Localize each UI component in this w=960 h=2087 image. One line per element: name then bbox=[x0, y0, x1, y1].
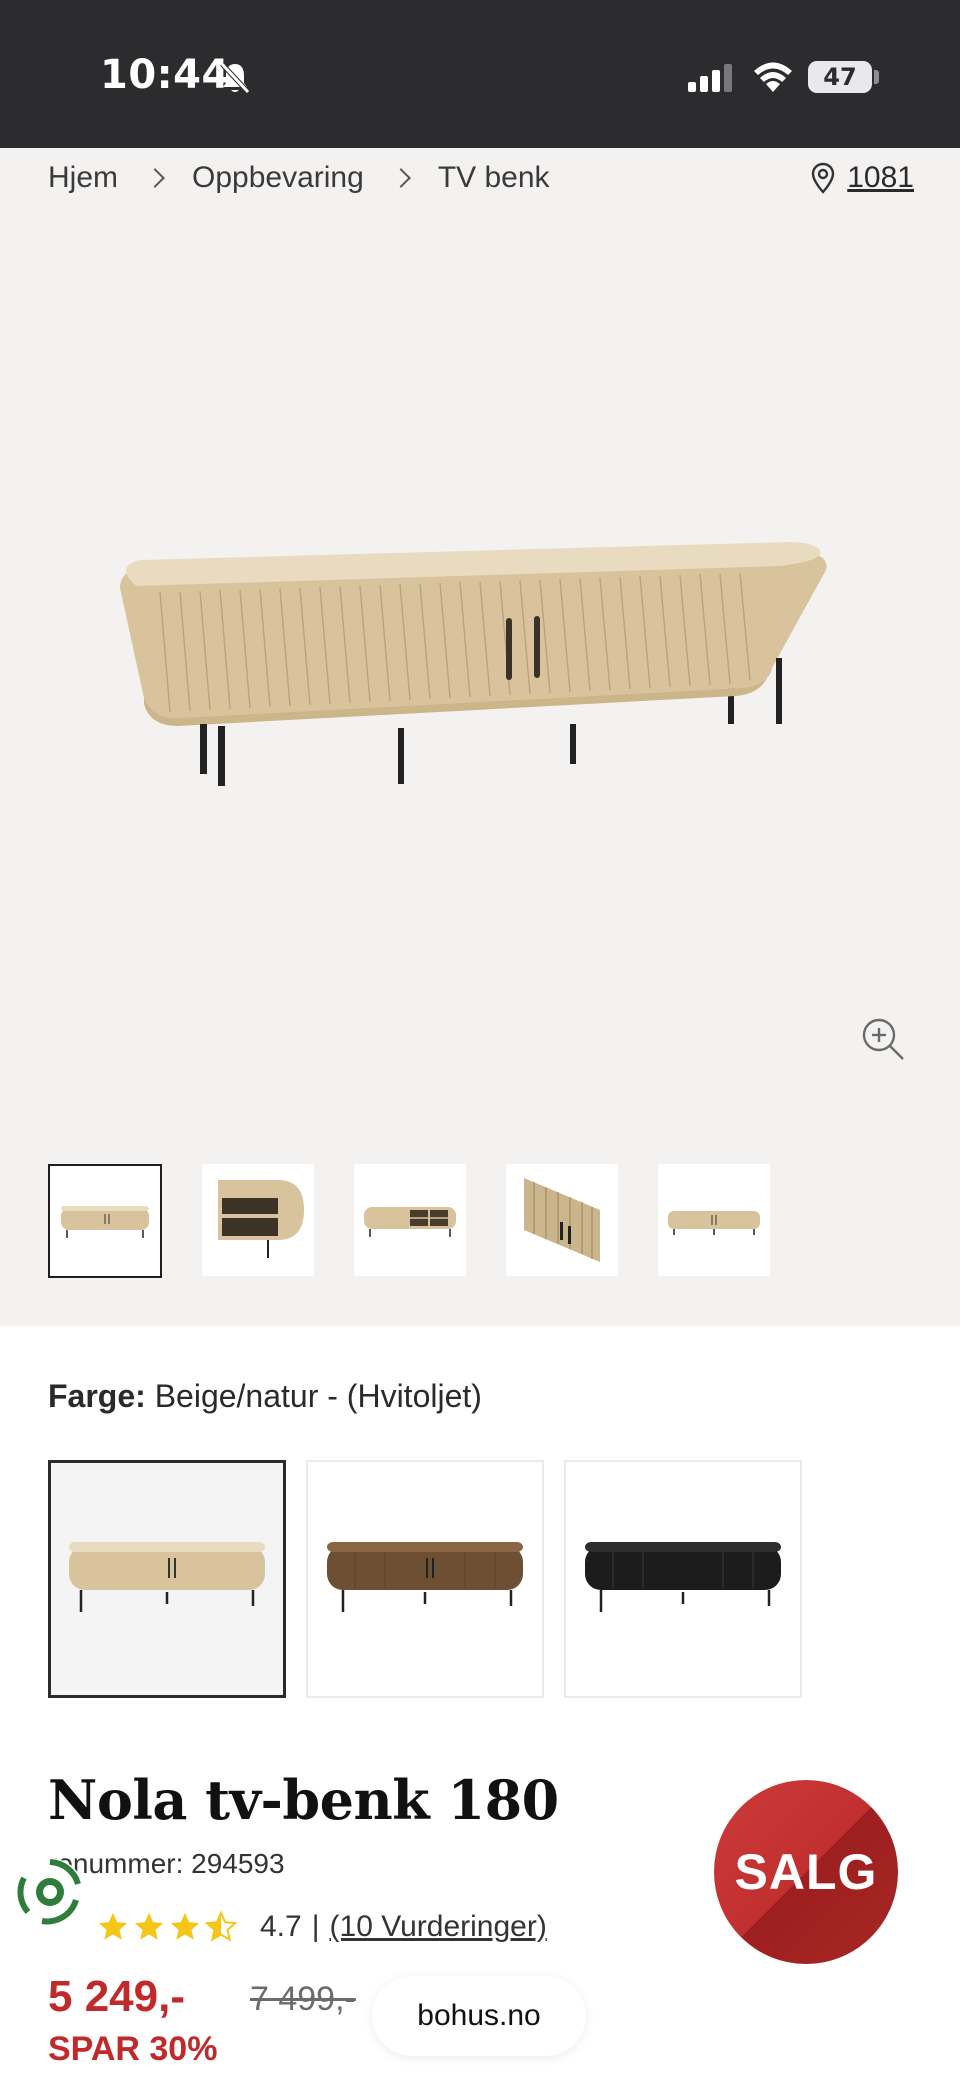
browser-url-pill[interactable]: bohus.no bbox=[372, 1976, 586, 2056]
product-rating: 4.7 | (10 Vurderinger) bbox=[96, 1910, 547, 1944]
status-bar: 10:44 47 bbox=[0, 0, 960, 148]
breadcrumb-storage[interactable]: Oppbevaring bbox=[192, 161, 364, 195]
breadcrumb-tv-bench[interactable]: TV benk bbox=[438, 161, 550, 195]
status-time: 10:44 bbox=[100, 52, 230, 98]
color-label: Farge: Beige/natur - (Hvitoljet) bbox=[48, 1378, 482, 1415]
color-swatches bbox=[48, 1460, 802, 1698]
chevron-right-icon bbox=[145, 168, 165, 188]
swatch-brown[interactable] bbox=[306, 1460, 544, 1698]
battery-indicator: 47 bbox=[808, 61, 872, 93]
rating-separator: | bbox=[311, 1910, 320, 1943]
thumbnail-3[interactable] bbox=[354, 1164, 466, 1276]
product-title: Nola tv-benk 180 bbox=[48, 1768, 559, 1832]
battery-tip bbox=[874, 70, 879, 84]
star-icon bbox=[170, 1912, 200, 1940]
sustainability-icon[interactable] bbox=[14, 1856, 86, 1928]
breadcrumb-home[interactable]: Hjem bbox=[48, 161, 118, 195]
rating-stars bbox=[96, 1910, 238, 1944]
breadcrumb: Hjem Oppbevaring TV benk bbox=[48, 154, 550, 202]
cellular-signal-icon bbox=[688, 64, 732, 92]
star-icon bbox=[134, 1912, 164, 1940]
thumbnail-5[interactable] bbox=[658, 1164, 770, 1276]
star-half-icon bbox=[204, 1910, 238, 1942]
bell-muted-icon bbox=[220, 62, 250, 94]
swatch-beige[interactable] bbox=[48, 1460, 286, 1698]
chevron-right-icon bbox=[390, 168, 411, 188]
thumbnail-2[interactable] bbox=[202, 1164, 314, 1276]
store-selector[interactable]: 1081 bbox=[811, 154, 914, 202]
star-icon bbox=[98, 1912, 128, 1940]
reviews-link[interactable]: (10 Vurderinger) bbox=[330, 1910, 547, 1944]
color-label-title: Farge: bbox=[48, 1378, 146, 1414]
original-price: 7 499,- bbox=[250, 1980, 356, 2018]
sale-badge: SALG bbox=[714, 1780, 898, 1964]
rating-value: 4.7 bbox=[260, 1910, 302, 1943]
store-number[interactable]: 1081 bbox=[847, 161, 914, 195]
current-price: 5 249,- bbox=[48, 1972, 185, 2021]
color-value: Beige/natur - (Hvitoljet) bbox=[154, 1378, 482, 1414]
savings-label: SPAR 30% bbox=[48, 2030, 218, 2068]
product-gallery: Hjem Oppbevaring TV benk 1081 bbox=[0, 148, 960, 1326]
zoom-in-icon[interactable] bbox=[860, 1016, 906, 1062]
thumbnail-4[interactable] bbox=[506, 1164, 618, 1276]
thumbnail-strip bbox=[48, 1164, 770, 1278]
wifi-icon bbox=[754, 62, 792, 92]
sale-badge-text: SALG bbox=[734, 1844, 878, 1900]
product-main-image[interactable] bbox=[100, 508, 860, 858]
thumbnail-1[interactable] bbox=[48, 1164, 162, 1278]
location-pin-icon bbox=[812, 162, 835, 194]
swatch-black[interactable] bbox=[564, 1460, 802, 1698]
